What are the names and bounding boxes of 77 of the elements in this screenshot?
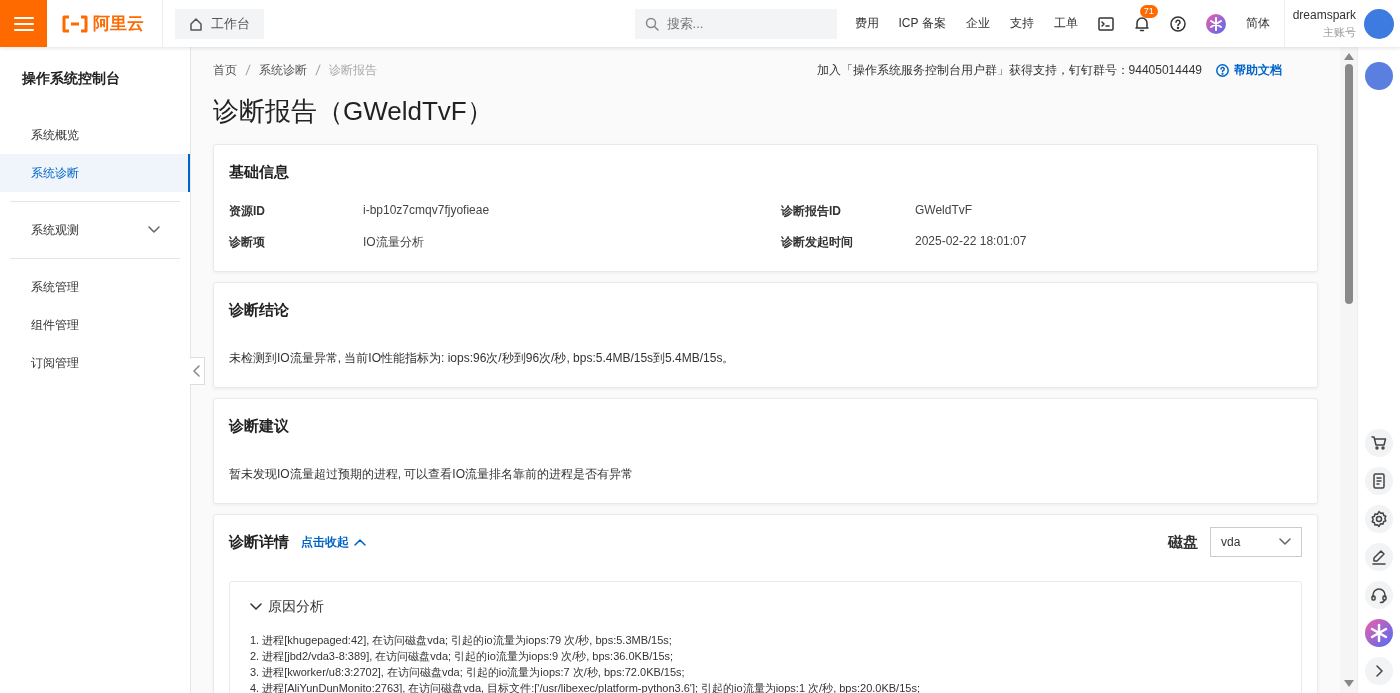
card-text: 未检测到IO流量异常, 当前IO性能指标为: iops:96次/秒到96次/秒, bps:5.4MB/15s到5.4MB/15s。 xyxy=(229,350,736,367)
home-icon xyxy=(189,16,203,31)
scrollbar-thumb[interactable] xyxy=(1344,64,1353,304)
sidebar-title: 操作系统控制台 xyxy=(21,69,121,88)
nav-link[interactable]: 工单 xyxy=(1043,15,1088,32)
card-text: 暂未发现IO流量超过预期的进程, 可以查看IO流量排名靠前的进程是否有异常 xyxy=(229,466,634,483)
pencil-icon xyxy=(1370,548,1388,566)
rail-button[interactable] xyxy=(1365,505,1393,533)
cart-icon xyxy=(1370,434,1388,452)
nav-link[interactable]: 企业 xyxy=(955,15,1000,32)
rail-button[interactable] xyxy=(1365,543,1393,571)
help-icon[interactable] xyxy=(1169,15,1186,32)
field-label: 诊断项 xyxy=(229,234,266,251)
breadcrumb-separator xyxy=(245,64,251,76)
menu-icon xyxy=(13,15,34,32)
scrollbar[interactable] xyxy=(1340,47,1357,693)
collapse-toggle[interactable]: 点击收起 xyxy=(301,533,366,551)
search-field[interactable]: 搜索... xyxy=(634,8,837,39)
sidebar-item[interactable]: 组件管理 xyxy=(0,306,190,344)
nav-link[interactable]: 费用 xyxy=(844,15,889,32)
field-label: 资源ID xyxy=(229,203,266,220)
breadcrumb-link[interactable]: 首页 xyxy=(213,61,237,79)
nav-link[interactable]: 支持 xyxy=(999,15,1044,32)
sidebar-item[interactable]: 订阅管理 xyxy=(0,344,190,382)
workbench-button[interactable]: 工作台 xyxy=(175,8,264,39)
assistant-avatar[interactable] xyxy=(1365,62,1393,90)
nav-link[interactable]: 简体 xyxy=(1235,15,1280,32)
field-value: GWeldTvF xyxy=(915,203,974,219)
sidebar-item[interactable]: 系统概览 xyxy=(0,116,190,154)
card-title: 诊断详情 xyxy=(229,532,289,552)
page-title: 诊断报告（GWeldTvF） xyxy=(213,95,494,127)
menu-button[interactable] xyxy=(0,0,47,47)
analysis-line: 1. 进程[khugepaged:42], 在访问磁盘vda; 引起的io流量为iops:79 次/秒, bps:5.3MB/15s; xyxy=(250,633,673,648)
disk-label: 磁盘 xyxy=(1168,532,1198,552)
scroll-up-arrow-icon[interactable] xyxy=(1343,53,1354,60)
field-value: IO流量分析 xyxy=(363,234,425,251)
sparkle-icon[interactable] xyxy=(1205,13,1226,34)
sidebar-collapse-button[interactable] xyxy=(190,357,205,385)
card-title: 诊断建议 xyxy=(229,416,289,436)
card-title: 基础信息 xyxy=(229,162,289,182)
logo-text: 阿里云 xyxy=(93,13,144,35)
scroll-down-arrow-icon[interactable] xyxy=(1343,680,1354,687)
card-title: 诊断结论 xyxy=(229,300,289,320)
breadcrumb-separator xyxy=(315,64,321,76)
user-avatar[interactable] xyxy=(1364,8,1394,39)
rail-button[interactable] xyxy=(1365,467,1393,495)
terminal-icon[interactable] xyxy=(1097,16,1114,31)
support-note: 加入「操作系统服务控制台用户群」获得支持，钉钉群号：94405014449 xyxy=(816,61,1202,79)
notification-badge: 71 xyxy=(1139,4,1158,18)
sidebar-item[interactable]: 系统诊断 xyxy=(0,154,190,192)
nav-link[interactable]: ICP 备案 xyxy=(888,15,956,32)
sidebar-item[interactable]: 系统观测 xyxy=(0,211,190,249)
search-icon xyxy=(644,16,659,31)
breadcrumb-link[interactable]: 系统诊断 xyxy=(259,61,307,79)
help-icon xyxy=(1216,63,1229,77)
analysis-line: 2. 进程[jbd2/vda3-8:389], 在访问磁盘vda; 引起的io流量为iops:9 次/秒, bps:36.0KB/15s; xyxy=(250,649,675,664)
field-value: i-bp10z7cmqv7fjyofieae xyxy=(363,203,491,219)
sparkle-icon[interactable] xyxy=(1365,619,1393,647)
panel-header[interactable]: 原因分析 xyxy=(250,598,1281,616)
bell-icon[interactable] xyxy=(1133,15,1150,32)
document-icon xyxy=(1370,472,1388,490)
field-label: 诊断发起时间 xyxy=(781,234,854,251)
field-value: 2025-02-22 18:01:07 xyxy=(915,234,1028,250)
rail-button[interactable] xyxy=(1365,581,1393,609)
settings-icon xyxy=(1370,510,1388,528)
headset-icon xyxy=(1370,586,1388,604)
analysis-line: 3. 进程[kworker/u8:3:2702], 在访问磁盘vda; 引起的io流量为iops:7 次/秒, bps:72.0KB/15s; xyxy=(250,665,686,680)
user-role: 主账号 xyxy=(1322,24,1356,40)
chevron-left-icon xyxy=(193,365,201,377)
help-link[interactable]: 帮助文档 xyxy=(1216,61,1282,79)
field-label: 诊断报告ID xyxy=(781,203,842,220)
chevron-down-icon xyxy=(1279,538,1291,546)
user-name: dreamspark xyxy=(1292,7,1356,22)
rail-button[interactable] xyxy=(1365,429,1393,457)
logo-icon xyxy=(61,14,89,33)
sidebar-item[interactable]: 系统管理 xyxy=(0,268,190,306)
disk-select[interactable]: vda xyxy=(1210,527,1302,557)
